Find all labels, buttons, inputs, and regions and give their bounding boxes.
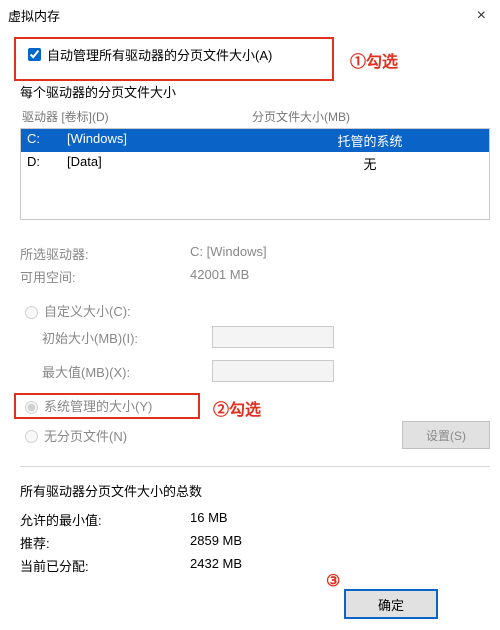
min-allowed-label: 允许的最小值: xyxy=(20,510,190,529)
system-managed-label: 系统管理的大小(Y) xyxy=(44,396,152,415)
drive-row[interactable]: C: [Windows] 托管的系统 xyxy=(21,129,489,152)
totals-title: 所有驱动器分页文件大小的总数 xyxy=(20,481,490,500)
allocated-value: 2432 MB xyxy=(190,556,242,575)
drive-list[interactable]: C: [Windows] 托管的系统 D: [Data] 无 xyxy=(20,128,490,220)
pagefile-col-header: 分页文件大小(MB) xyxy=(252,108,488,125)
drive-name: [Windows] xyxy=(67,131,257,150)
drive-letter: D: xyxy=(27,154,67,173)
ok-button[interactable]: 确定 xyxy=(344,589,438,619)
recommended-value: 2859 MB xyxy=(190,533,242,552)
selected-drive-label: 所选驱动器: xyxy=(20,244,190,263)
max-size-label: 最大值(MB)(X): xyxy=(20,362,212,381)
system-managed-radio[interactable] xyxy=(25,401,38,414)
drive-pagefile: 无 xyxy=(257,154,483,173)
per-drive-title: 每个驱动器的分页文件大小 xyxy=(20,82,490,101)
no-pagefile-radio[interactable] xyxy=(25,430,38,443)
selected-drive-value: C: [Windows] xyxy=(190,244,267,263)
max-size-input[interactable] xyxy=(212,360,334,382)
close-icon[interactable]: × xyxy=(473,7,490,25)
initial-size-label: 初始大小(MB)(I): xyxy=(20,328,212,347)
auto-manage-label: 自动管理所有驱动器的分页文件大小(A) xyxy=(47,45,272,64)
custom-size-label: 自定义大小(C): xyxy=(44,301,131,320)
free-space-label: 可用空间: xyxy=(20,267,190,286)
drive-col-header: 驱动器 [卷标](D) xyxy=(22,108,252,125)
recommended-label: 推荐: xyxy=(20,533,190,552)
separator xyxy=(20,466,490,467)
drive-pagefile: 托管的系统 xyxy=(257,131,483,150)
drive-name: [Data] xyxy=(67,154,257,173)
set-button[interactable]: 设置(S) xyxy=(402,421,490,449)
no-pagefile-label: 无分页文件(N) xyxy=(44,426,127,445)
auto-manage-checkbox[interactable] xyxy=(28,48,41,61)
drive-row[interactable]: D: [Data] 无 xyxy=(21,152,489,175)
initial-size-input[interactable] xyxy=(212,326,334,348)
allocated-label: 当前已分配: xyxy=(20,556,190,575)
min-allowed-value: 16 MB xyxy=(190,510,228,529)
custom-size-radio[interactable] xyxy=(25,306,38,319)
dialog-title: 虚拟内存 xyxy=(8,6,60,25)
free-space-value: 42001 MB xyxy=(190,267,249,286)
drive-letter: C: xyxy=(27,131,67,150)
